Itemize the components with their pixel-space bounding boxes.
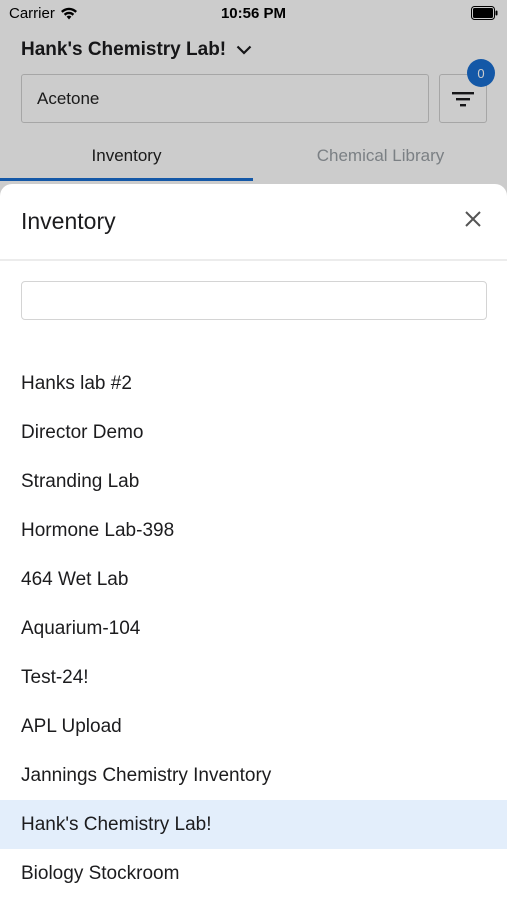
list-item[interactable]: Hanks lab #2 [0, 359, 507, 408]
list-item-label: Biology Stockroom [21, 862, 180, 884]
list-item[interactable]: 464 Wet Lab [0, 555, 507, 604]
list-item[interactable]: Director Demo [0, 408, 507, 457]
list-item-label: Hank's Chemistry Lab! [21, 813, 212, 835]
list-item-label: Test-24! [21, 666, 89, 688]
list-item-label: Hormone Lab-398 [21, 519, 175, 541]
list-item[interactable]: Biology Stockroom [0, 849, 507, 898]
list-item[interactable]: Jannings Chemistry Inventory [0, 751, 507, 800]
inventory-list: Hanks lab #2 Director Demo Stranding Lab… [0, 359, 507, 898]
inventory-picker-sheet: Inventory Hanks lab #2 Director Demo Str… [0, 184, 507, 900]
list-item-label: Director Demo [21, 421, 144, 443]
sheet-title: Inventory [21, 208, 116, 234]
list-item-selected[interactable]: Hank's Chemistry Lab! [0, 800, 507, 849]
list-item-label: Hanks lab #2 [21, 372, 132, 394]
list-item-label: APL Upload [21, 715, 122, 737]
inventory-search-input[interactable] [21, 281, 487, 320]
list-item-label: Stranding Lab [21, 470, 140, 492]
list-item-label: 464 Wet Lab [21, 568, 129, 590]
sheet-divider [0, 259, 507, 261]
list-item[interactable]: Test-24! [0, 653, 507, 702]
list-item-label: Jannings Chemistry Inventory [21, 764, 272, 786]
list-item[interactable]: Aquarium-104 [0, 604, 507, 653]
list-item[interactable]: Stranding Lab [0, 457, 507, 506]
list-item[interactable]: Hormone Lab-398 [0, 506, 507, 555]
close-button[interactable] [459, 205, 487, 233]
list-item-label: Aquarium-104 [21, 617, 141, 639]
close-icon [465, 211, 481, 227]
list-item[interactable]: APL Upload [0, 702, 507, 751]
